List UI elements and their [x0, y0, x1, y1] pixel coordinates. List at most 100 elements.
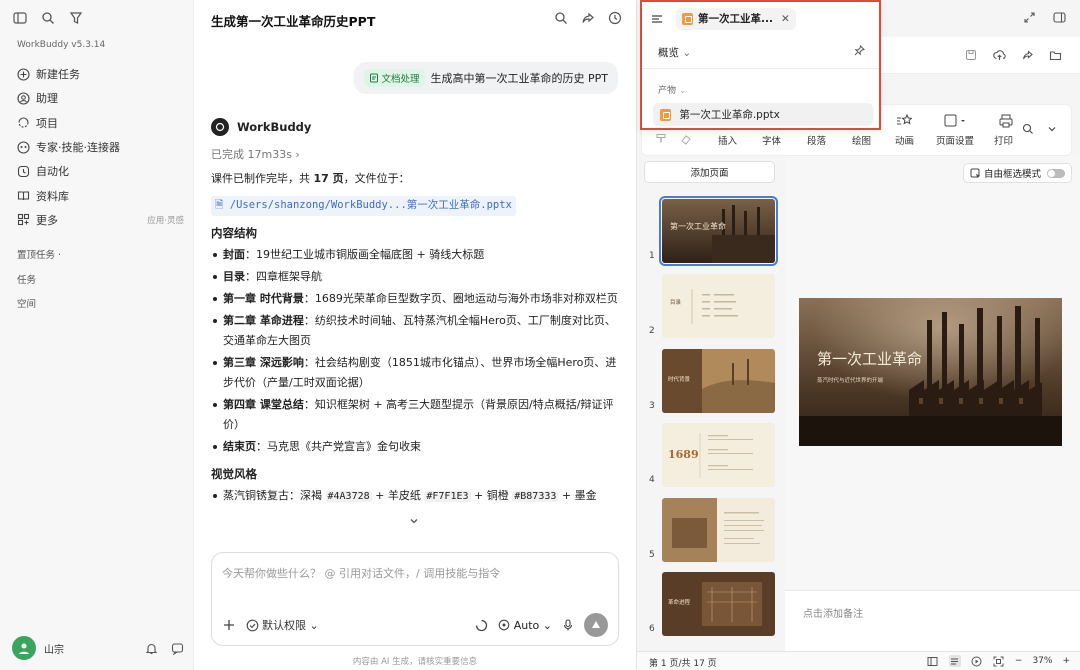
sidebar-item-new-task[interactable]: 新建任务	[12, 62, 184, 86]
page-count: 17 页	[313, 172, 344, 185]
upload-icon[interactable]	[992, 48, 1006, 62]
share-icon[interactable]	[580, 10, 595, 25]
close-icon[interactable]: ✕	[781, 13, 790, 25]
artifact-file-item[interactable]: 第一次工业革命.pptx	[653, 103, 873, 126]
model-selector[interactable]: Auto ⌄	[498, 619, 552, 632]
ribbon-font[interactable]: 字体	[762, 133, 781, 147]
slide-thumb-2[interactable]: 目录	[662, 274, 775, 338]
sidebar-item-label: 项目	[36, 116, 58, 130]
ribbon-paragraph[interactable]: 段落	[807, 133, 826, 147]
select-box-icon	[970, 168, 981, 179]
search-icon[interactable]	[40, 10, 56, 26]
search-icon[interactable]	[553, 10, 568, 25]
section-pinned[interactable]: 置顶任务 ·	[17, 247, 61, 261]
notes-placeholder[interactable]: 点击添加备注	[803, 605, 863, 620]
sidebar-item-more[interactable]: 更多 应用·灵感	[12, 208, 184, 232]
zoom-in-button[interactable]: +	[1062, 656, 1070, 666]
folder-icon[interactable]	[1048, 48, 1062, 62]
sidebar-item-hint: 应用·灵感	[147, 215, 184, 226]
slide-title[interactable]: 第一次工业革命	[817, 348, 922, 369]
chevron-down-icon[interactable]	[407, 514, 421, 528]
send-button[interactable]	[584, 613, 608, 637]
normal-view-icon[interactable]	[927, 655, 939, 667]
menu-icon[interactable]	[650, 12, 664, 26]
format-painter-icon[interactable]	[655, 133, 667, 145]
sidebar-item-automation[interactable]: 自动化	[12, 159, 184, 183]
thumb-title: 目录	[670, 300, 682, 306]
sidebar-item-label: 专家·技能·连接器	[36, 141, 120, 155]
ribbon-page-setup[interactable]: 页面设置	[936, 133, 974, 147]
sidebar-item-assistant[interactable]: 助理	[12, 86, 184, 110]
message-composer[interactable]: 今天帮你做些什么？ @ 引用对话文件，/ 调用技能与指令 默认权限 ⌄ Auto…	[211, 552, 619, 646]
feedback-icon[interactable]	[170, 641, 184, 655]
play-icon[interactable]	[971, 655, 983, 667]
ribbon-insert[interactable]: 插入	[718, 133, 737, 147]
tab-file[interactable]: 第一次工业革... ✕	[676, 7, 796, 30]
permission-dropdown[interactable]: 默认权限 ⌄	[246, 617, 319, 633]
overview-dropdown[interactable]: 概览 ⌄	[658, 45, 691, 60]
slide-subtitle[interactable]: 蒸汽时代与近代世界的开端	[817, 376, 883, 384]
avatar[interactable]	[12, 636, 36, 660]
sidebar-item-library[interactable]: 资料库	[12, 183, 184, 207]
pin-icon[interactable]	[853, 44, 865, 56]
sidebar-item-projects[interactable]: 项目	[12, 111, 184, 135]
slide-thumb-6[interactable]: 革命进程	[662, 572, 775, 636]
list-item: 目录：四章框架导航	[211, 267, 619, 287]
eraser-icon[interactable]	[680, 133, 692, 145]
artifacts-section[interactable]: 产物 ⌄	[658, 83, 686, 96]
ribbon-animation[interactable]: 动画	[895, 133, 914, 147]
sidebar-item-experts[interactable]: 专家·技能·连接器	[12, 135, 184, 159]
composer-placeholder[interactable]: 今天帮你做些什么？ @ 引用对话文件，/ 调用技能与指令	[222, 565, 500, 581]
project-icon	[16, 116, 30, 130]
user-message-text: 生成高中第一次工业革命的历史 PPT	[430, 72, 608, 85]
expand-icon[interactable]	[1022, 10, 1036, 24]
fit-screen-icon[interactable]	[993, 655, 1005, 667]
slide-canvas[interactable]: 自由框选模式 第一次工业革命 蒸汽时代与近代世界的开端	[785, 156, 1080, 590]
plus-icon[interactable]	[222, 618, 236, 632]
model-label: Auto	[513, 618, 540, 632]
section-spaces[interactable]: 空间	[17, 296, 36, 310]
slide-thumb-1[interactable]: 第一次工业革命	[659, 196, 778, 266]
slide-thumb-4[interactable]: 1689	[662, 423, 775, 487]
section-tasks[interactable]: 任务	[17, 272, 36, 286]
notes-area[interactable]: 点击添加备注	[785, 590, 1080, 651]
page-indicator: 第 1 页/共 17 页	[649, 659, 717, 669]
print-icon[interactable]	[998, 113, 1014, 129]
intro-text: 课件已制作完毕，共	[211, 172, 314, 185]
sidebar-toggle-icon[interactable]	[12, 10, 28, 26]
status-bar: 第 1 页/共 17 页 − 37% +	[637, 651, 1080, 670]
filter-icon[interactable]	[68, 10, 84, 26]
zoom-level[interactable]: 37%	[1032, 656, 1052, 666]
task-status[interactable]: 已完成 17m33s ›	[211, 146, 619, 162]
ribbon-draw[interactable]: 绘图	[852, 133, 871, 147]
notes-view-icon[interactable]	[948, 655, 961, 667]
panel-toggle-icon[interactable]	[1052, 10, 1066, 24]
free-select-toggle[interactable]: 自由框选模式	[962, 163, 1072, 183]
structure-heading: 内容结构	[211, 226, 257, 240]
slide-number: 2	[649, 326, 655, 336]
bell-icon[interactable]	[144, 641, 158, 655]
history-icon[interactable]	[607, 10, 622, 25]
search-icon[interactable]	[1022, 123, 1036, 137]
page-setup-icon[interactable]	[944, 113, 965, 129]
pptx-file-icon	[682, 12, 693, 25]
structure-list: 封面：19世纪工业城市铜版画全幅底图 + 骑线大标题 目录：四章框架导航 第一章…	[211, 245, 619, 457]
toggle-switch[interactable]	[1047, 168, 1065, 178]
ribbon-print[interactable]: 打印	[994, 133, 1013, 147]
file-path-text: /Users/shanzong/WorkBuddy...第一次工业革命.pptx	[229, 199, 512, 211]
save-icon[interactable]	[964, 48, 978, 62]
add-page-button[interactable]: 添加页面	[644, 161, 775, 183]
microphone-icon[interactable]	[562, 619, 574, 631]
file-path-link[interactable]: 🗎 /Users/shanzong/WorkBuddy...第一次工业革命.pp…	[211, 196, 516, 216]
list-item: 第一章 时代背景：1689光荣革命巨型数字页、圈地运动与海外市场非对称双栏页	[211, 289, 619, 309]
share-icon[interactable]	[1020, 48, 1034, 62]
animation-icon[interactable]	[896, 113, 912, 129]
current-slide[interactable]: 第一次工业革命 蒸汽时代与近代世界的开端	[799, 298, 1062, 446]
item-text: ：19世纪工业城市铜版画全幅底图 + 骑线大标题	[245, 248, 485, 261]
file-tab-popover: 第一次工业革... ✕ 概览 ⌄ 产物 ⌄ 第一次工业革命.pptx	[640, 0, 881, 130]
slide-thumb-3[interactable]: 时代背景	[662, 349, 775, 413]
slide-thumb-5[interactable]	[662, 498, 775, 562]
zoom-out-button[interactable]: −	[1015, 656, 1023, 666]
workbuddy-logo-icon	[211, 118, 229, 136]
chevron-down-icon[interactable]	[1046, 123, 1060, 137]
